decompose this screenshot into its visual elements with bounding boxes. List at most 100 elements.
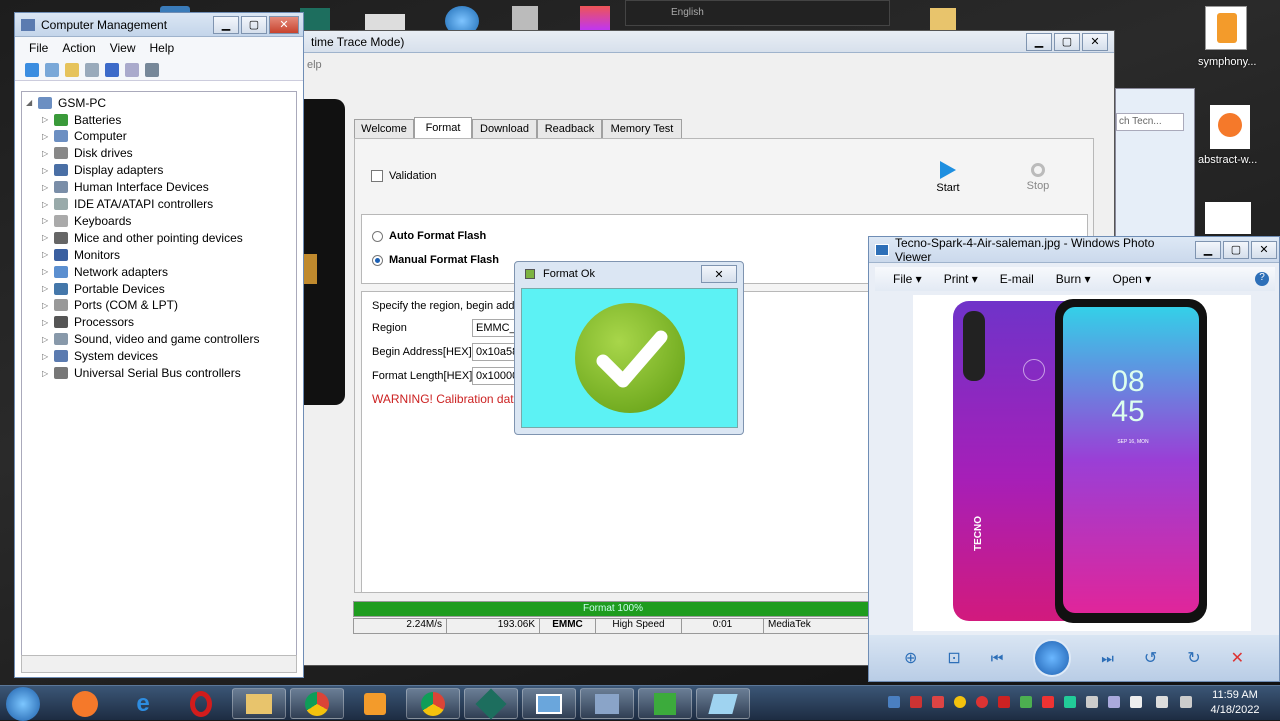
tray-icon[interactable] (1108, 696, 1120, 708)
desktop-app-icon[interactable] (580, 6, 610, 32)
taskbar-ie[interactable]: e (116, 688, 170, 719)
expand-icon[interactable]: ▷ (42, 318, 52, 327)
volume-icon[interactable] (1180, 696, 1192, 708)
tree-item[interactable]: ▷ Portable Devices (42, 280, 165, 297)
taskbar-photo-viewer[interactable] (522, 688, 576, 719)
help-icon[interactable]: ? (1255, 272, 1269, 286)
tab-format[interactable]: Format (414, 117, 472, 139)
taskbar-uc-browser[interactable] (58, 688, 112, 719)
tree-item[interactable]: ▷ Universal Serial Bus controllers (42, 365, 241, 382)
menu-open[interactable]: Open ▾ (1112, 272, 1151, 286)
flag-icon[interactable] (1130, 696, 1142, 708)
menu-view[interactable]: View (110, 41, 136, 55)
actual-size-icon[interactable]: ⊡ (947, 648, 960, 668)
properties-icon[interactable] (125, 62, 139, 77)
tray-icon[interactable] (1020, 696, 1032, 708)
tree-item[interactable]: ▷ Network adapters (42, 263, 168, 280)
expand-icon[interactable]: ▷ (42, 166, 52, 175)
expand-icon[interactable]: ▷ (42, 369, 52, 378)
rotate-right-icon[interactable]: ↻ (1187, 648, 1200, 668)
minimize-button[interactable]: ▁ (1195, 240, 1221, 259)
tree-item[interactable]: ▷ Ports (COM & LPT) (42, 297, 178, 314)
tray-icon[interactable] (998, 696, 1010, 708)
tree-item[interactable]: ▷ Batteries (42, 111, 121, 128)
maximize-button[interactable]: ▢ (1223, 240, 1249, 259)
search-field[interactable]: ch Tecn... (1116, 113, 1184, 131)
collapse-icon[interactable]: ◢ (26, 98, 36, 107)
tray-icon[interactable] (888, 696, 900, 708)
menu-action[interactable]: Action (62, 41, 95, 55)
maximize-button[interactable]: ▢ (241, 15, 267, 34)
expand-icon[interactable]: ▷ (42, 267, 52, 276)
taskbar-chrome-2[interactable] (406, 688, 460, 719)
close-button[interactable]: ✕ (269, 15, 299, 34)
slideshow-icon[interactable] (1033, 639, 1072, 677)
menu-burn[interactable]: Burn ▾ (1056, 272, 1091, 286)
start-button[interactable]: Start (933, 161, 963, 194)
validation-checkbox[interactable]: Validation (371, 170, 437, 182)
tree-item[interactable]: ▷ Display adapters (42, 162, 163, 179)
expand-icon[interactable]: ▷ (42, 200, 52, 209)
expand-icon[interactable]: ▷ (42, 301, 52, 310)
taskbar-flash-tool[interactable] (464, 687, 518, 720)
tab-download[interactable]: Download (472, 119, 537, 139)
tray-icon[interactable] (1086, 696, 1098, 708)
tree-item[interactable]: ▷ IDE ATA/ATAPI controllers (42, 196, 213, 213)
tree-item[interactable]: ▷ Computer (42, 128, 127, 145)
menu-file[interactable]: File (29, 41, 48, 55)
forward-icon[interactable] (45, 62, 59, 77)
tree-item[interactable]: ▷ System devices (42, 348, 158, 365)
tree-item[interactable]: ▷ Sound, video and game controllers (42, 331, 259, 348)
expand-icon[interactable]: ▷ (42, 233, 52, 242)
tab-memory-test[interactable]: Memory Test (602, 119, 682, 139)
checkbox[interactable] (371, 170, 383, 182)
tab-welcome[interactable]: Welcome (354, 119, 414, 139)
expand-icon[interactable]: ▷ (42, 284, 52, 293)
tray-icon[interactable] (976, 696, 988, 708)
taskbar-explorer[interactable] (232, 688, 286, 719)
symphony-icon[interactable] (1205, 6, 1247, 50)
taskbar-app[interactable] (696, 688, 750, 719)
expand-icon[interactable]: ▷ (42, 183, 52, 192)
stop-button[interactable]: Stop (1023, 163, 1053, 192)
desktop-app-icon[interactable] (512, 6, 538, 32)
rotate-left-icon[interactable]: ↺ (1144, 648, 1157, 668)
tree-item[interactable]: ▷ Processors (42, 314, 134, 331)
minimize-button[interactable]: ▁ (1026, 32, 1052, 51)
minimize-button[interactable]: ▁ (213, 15, 239, 34)
menu-file[interactable]: File ▾ (893, 272, 922, 286)
start-button[interactable] (6, 687, 40, 721)
help-menu[interactable]: elp (307, 59, 322, 71)
maximize-button[interactable]: ▢ (1054, 32, 1080, 51)
tab-readback[interactable]: Readback (537, 119, 602, 139)
menu-email[interactable]: E-mail (1000, 272, 1034, 286)
desktop-app-icon[interactable] (300, 8, 330, 30)
scan-hardware-icon[interactable] (145, 62, 159, 77)
close-button[interactable]: ✕ (701, 265, 737, 283)
close-button[interactable]: ✕ (1082, 32, 1108, 51)
help-icon[interactable] (105, 62, 119, 77)
radio[interactable] (372, 230, 383, 242)
expand-icon[interactable]: ▷ (42, 216, 52, 225)
tray-icon[interactable] (1064, 696, 1076, 708)
network-icon[interactable] (1156, 696, 1168, 708)
tray-icon[interactable] (932, 696, 944, 708)
expand-icon[interactable]: ▷ (42, 352, 52, 361)
zoom-icon[interactable]: ⊕ (904, 648, 917, 668)
delete-icon[interactable]: ✕ (1231, 648, 1244, 668)
close-button[interactable]: ✕ (1251, 240, 1277, 259)
menu-print[interactable]: Print ▾ (944, 272, 978, 286)
auto-format-radio[interactable]: Auto Format Flash (372, 230, 486, 242)
tree-item[interactable]: ▷ Monitors (42, 246, 120, 263)
tree-root[interactable]: ◢ GSM-PC (26, 94, 106, 111)
desktop-app-icon[interactable] (1205, 202, 1251, 234)
next-icon[interactable]: ⏭ (1101, 650, 1114, 667)
back-icon[interactable] (25, 62, 39, 77)
expand-icon[interactable]: ▷ (42, 250, 52, 259)
tray-icon[interactable] (954, 696, 966, 708)
previous-icon[interactable]: ⏮ (991, 650, 1004, 667)
taskbar-opera[interactable] (174, 688, 228, 719)
expand-icon[interactable]: ▷ (42, 335, 52, 344)
manual-format-radio[interactable]: Manual Format Flash (372, 254, 499, 266)
taskbar-battery-app[interactable] (638, 688, 692, 719)
